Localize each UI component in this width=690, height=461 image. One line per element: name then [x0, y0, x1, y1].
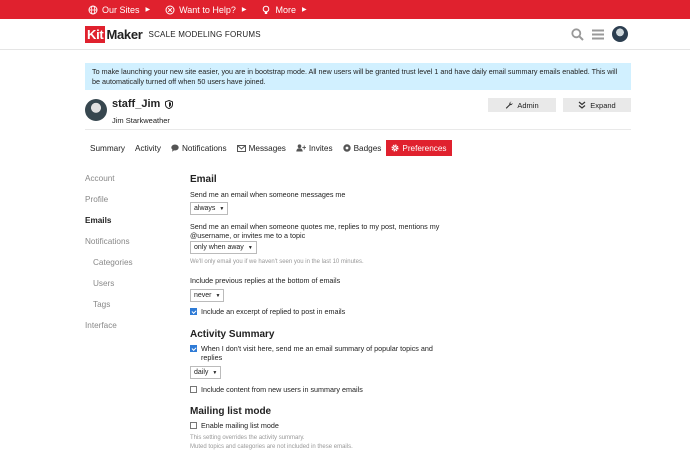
sidenav-account[interactable]: Account	[85, 172, 165, 193]
tab-notifications-label: Notifications	[181, 143, 227, 153]
caret-right-icon: ▶	[301, 7, 307, 13]
email-previous-select[interactable]: never ▼	[190, 289, 225, 302]
preferences-sidenav: Account Profile Emails Notifications Cat…	[85, 172, 165, 340]
profile-avatar[interactable]	[85, 99, 107, 121]
logo-maker: Maker	[106, 27, 143, 42]
wrench-icon	[506, 101, 513, 109]
expand-button[interactable]: Expand	[563, 98, 631, 112]
site-header: Kit Maker SCALE MODELING FORUMS	[0, 19, 690, 50]
top-site-bar: Our Sites ▶ Want to Help? ▶ More ▶	[0, 0, 690, 19]
tab-activity[interactable]: Activity	[130, 140, 166, 156]
hamburger-menu-icon[interactable]	[592, 29, 604, 40]
tab-summary-label: Summary	[90, 143, 126, 153]
activity-new-users-label: Include content from new users in summar…	[201, 385, 363, 394]
sidenav-tags[interactable]: Tags	[85, 298, 165, 319]
expand-label: Expand	[590, 100, 616, 110]
site-logo[interactable]: Kit Maker SCALE MODELING FORUMS	[85, 26, 261, 43]
activity-summary-label: When I don't visit here, send me an emai…	[201, 344, 433, 362]
admin-label: Admin	[517, 100, 539, 110]
tab-badges-label: Badges	[353, 143, 382, 153]
activity-summary-checkbox[interactable]	[190, 345, 197, 352]
email-quotes-hint: We'll only email you if we haven't seen …	[190, 259, 364, 265]
sidenav-notifications[interactable]: Notifications	[85, 235, 165, 256]
tab-messages[interactable]: Messages	[232, 140, 291, 156]
bootstrap-mode-banner: To make launching your new site easier, …	[85, 63, 631, 90]
envelope-icon	[236, 144, 246, 152]
profile-username-row: staff_Jim	[112, 98, 174, 110]
tab-badges[interactable]: Badges	[338, 140, 387, 156]
caret-down-icon: ▼	[212, 369, 218, 376]
mailing-enable-checkbox-row[interactable]: Enable mailing list mode	[190, 421, 279, 430]
profile-real-name: Jim Starkweather	[112, 116, 170, 125]
mailing-hint-overrides: This setting overrides the activity summ…	[190, 435, 305, 441]
mailing-enable-label: Enable mailing list mode	[201, 421, 279, 430]
tab-messages-label: Messages	[248, 143, 286, 153]
caret-down-icon: ▼	[247, 244, 253, 251]
user-plus-icon	[296, 144, 306, 152]
our-sites-menu[interactable]: Our Sites ▶	[88, 5, 150, 15]
email-previous-label: Include previous replies at the bottom o…	[190, 276, 341, 285]
activity-summary-checkbox-row[interactable]: When I don't visit here, send me an emai…	[190, 344, 435, 362]
email-messages-select[interactable]: always ▼	[190, 202, 229, 215]
activity-new-users-checkbox[interactable]	[190, 386, 197, 393]
activity-frequency-select[interactable]: daily ▼	[190, 366, 222, 379]
tab-preferences-label: Preferences	[402, 143, 447, 153]
email-messages-label: Send me an email when someone messages m…	[190, 190, 346, 199]
our-sites-label: Our Sites	[102, 4, 140, 15]
sidenav-interface[interactable]: Interface	[85, 319, 165, 340]
tab-activity-label: Activity	[135, 143, 161, 153]
email-messages-value: always	[194, 205, 216, 212]
profile-username: staff_Jim	[112, 98, 161, 110]
tab-notifications[interactable]: Notifications	[166, 140, 232, 156]
sidenav-users[interactable]: Users	[85, 277, 165, 298]
lightbulb-icon	[263, 5, 270, 14]
caret-right-icon: ▶	[145, 7, 151, 13]
admin-button[interactable]: Admin	[488, 98, 556, 112]
sidenav-categories[interactable]: Categories	[85, 256, 165, 277]
sidenav-emails[interactable]: Emails	[85, 214, 165, 235]
tab-invites-label: Invites	[308, 143, 333, 153]
profile-tabs: Summary Activity Notifications Messages …	[85, 140, 452, 156]
activity-section-title: Activity Summary	[190, 329, 275, 340]
activity-new-users-checkbox-row[interactable]: Include content from new users in summar…	[190, 385, 363, 394]
tab-preferences[interactable]: Preferences	[386, 140, 452, 156]
search-icon[interactable]	[571, 27, 584, 41]
user-avatar-icon[interactable]	[612, 26, 628, 42]
tab-summary[interactable]: Summary	[85, 140, 130, 156]
email-previous-value: never	[194, 292, 212, 299]
double-chevron-down-icon	[578, 101, 586, 109]
email-excerpt-label: Include an excerpt of replied to post in…	[201, 307, 346, 316]
header-icons	[571, 26, 628, 42]
activity-frequency-value: daily	[194, 369, 209, 376]
email-excerpt-checkbox-row[interactable]: Include an excerpt of replied to post in…	[190, 307, 345, 316]
site-tagline: SCALE MODELING FORUMS	[148, 30, 261, 39]
mailing-enable-checkbox[interactable]	[190, 422, 197, 429]
caret-down-icon: ▼	[219, 205, 225, 212]
shield-icon	[165, 99, 174, 109]
logo-kit: Kit	[85, 26, 106, 43]
circle-x-icon	[165, 5, 175, 14]
more-label: More	[275, 4, 296, 15]
mailing-section-title: Mailing list mode	[190, 406, 272, 417]
globe-icon	[88, 5, 98, 14]
email-section-title: Email	[190, 174, 217, 185]
want-to-help-menu[interactable]: Want to Help? ▶	[165, 5, 246, 15]
email-excerpt-checkbox[interactable]	[190, 308, 197, 315]
mailing-hint-muted: Muted topics and categories are not incl…	[190, 444, 353, 450]
caret-right-icon: ▶	[241, 7, 247, 13]
certificate-icon	[342, 144, 351, 152]
speech-bubble-icon	[171, 144, 179, 152]
user-profile-header: staff_Jim Jim Starkweather Admin Expand	[85, 97, 631, 130]
email-quotes-label: Send me an email when someone quotes me,…	[190, 222, 440, 240]
sidenav-profile[interactable]: Profile	[85, 193, 165, 214]
gear-icon	[391, 144, 399, 152]
want-to-help-label: Want to Help?	[179, 4, 236, 15]
more-menu[interactable]: More ▶	[261, 4, 307, 15]
email-quotes-value: only when away	[194, 244, 244, 251]
caret-down-icon: ▼	[215, 292, 221, 299]
email-quotes-select[interactable]: only when away ▼	[190, 241, 257, 254]
tab-invites[interactable]: Invites	[291, 140, 338, 156]
